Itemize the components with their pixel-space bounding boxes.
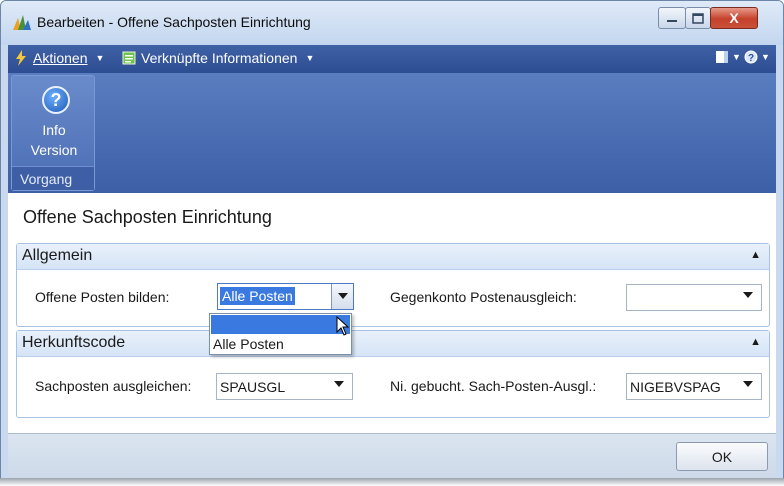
chevron-down-icon: ▼ — [95, 53, 105, 63]
related-info-icon — [122, 51, 136, 65]
help-icon: ? — [744, 50, 758, 64]
ribbon-group-process: ? Info Version Vorgang — [11, 75, 95, 191]
maximize-icon — [692, 12, 704, 24]
apply-gl-value: SPAUSGL — [220, 379, 286, 395]
help-menu[interactable]: ? ▼ — [744, 50, 770, 64]
layout-menu[interactable]: ▼ — [716, 51, 741, 63]
chevron-down-icon: ▼ — [732, 52, 741, 62]
chevron-down-icon — [334, 381, 344, 387]
open-entries-value: Alle Posten — [220, 287, 295, 305]
mouse-cursor-icon — [336, 316, 350, 336]
chevron-down-icon: ▼ — [305, 53, 315, 63]
maximize-button[interactable] — [685, 7, 711, 29]
apply-gl-select[interactable]: SPAUSGL — [216, 373, 353, 400]
info-label: Info — [42, 122, 66, 138]
question-mark-icon: ? — [42, 86, 70, 114]
chevron-down-icon — [743, 292, 753, 298]
close-icon: X — [729, 10, 739, 26]
dropdown-button[interactable] — [331, 284, 353, 309]
open-entries-label: Offene Posten bilden: — [35, 289, 170, 305]
ok-button[interactable]: OK — [676, 442, 768, 471]
minimize-button[interactable] — [658, 7, 686, 29]
related-info-menu-label: Verknüpfte Informationen — [141, 50, 298, 66]
ribbon-group-label: Vorgang — [12, 166, 94, 190]
fasttab-source-code-header[interactable]: Herkunftscode ▲ — [17, 331, 769, 357]
chevron-up-icon[interactable]: ▲ — [750, 336, 761, 348]
window-title: Bearbeiten - Offene Sachposten Einrichtu… — [37, 14, 311, 30]
ribbon: ? Info Version Vorgang — [8, 73, 776, 193]
info-version-button[interactable]: ? Info Version — [12, 76, 96, 166]
chevron-down-icon — [743, 381, 753, 387]
actions-menu[interactable]: Aktionen ▼ — [15, 50, 104, 66]
unposted-select[interactable]: NIGEBVSPAG — [626, 373, 762, 400]
contra-account-label: Gegenkonto Postenausgleich: — [390, 289, 577, 305]
unposted-value: NIGEBVSPAG — [630, 379, 721, 395]
close-button[interactable]: X — [710, 7, 758, 29]
dialog-footer: OK — [8, 433, 776, 478]
fasttab-general-header[interactable]: Allgemein ▲ — [17, 244, 769, 270]
title-bar: Bearbeiten - Offene Sachposten Einrichtu… — [1, 1, 783, 45]
chevron-up-icon[interactable]: ▲ — [750, 249, 761, 261]
unposted-label: Ni. gebucht. Sach-Posten-Ausgl.: — [390, 378, 597, 394]
window: Bearbeiten - Offene Sachposten Einrichtu… — [0, 0, 784, 479]
fasttab-general-title: Allgemein — [22, 247, 93, 264]
fasttab-source-code-title: Herkunftscode — [22, 334, 126, 351]
actions-menu-label: Aktionen — [33, 50, 88, 66]
open-entries-dropdown-list: Alle Posten — [209, 313, 352, 355]
related-info-menu[interactable]: Verknüpfte Informationen ▼ — [122, 50, 314, 66]
action-bar: Aktionen ▼ Verknüpfte Informationen ▼ ▼ … — [8, 45, 776, 73]
version-label: Version — [30, 142, 78, 158]
dropdown-option-empty[interactable] — [211, 315, 350, 334]
chevron-down-icon: ▼ — [761, 52, 770, 62]
apply-gl-label: Sachposten ausgleichen: — [35, 378, 192, 394]
window-shadow — [0, 478, 784, 486]
open-entries-select[interactable]: Alle Posten — [217, 283, 354, 310]
page-title: Offene Sachposten Einrichtung — [23, 207, 272, 227]
minimize-icon — [667, 20, 677, 22]
layout-icon — [716, 51, 728, 63]
lightning-icon — [16, 50, 26, 66]
svg-text:?: ? — [748, 53, 754, 64]
chevron-down-icon — [338, 293, 348, 299]
contra-account-select[interactable] — [626, 284, 762, 311]
dropdown-option-all-entries[interactable]: Alle Posten — [213, 336, 284, 352]
dynamics-logo-icon — [13, 15, 31, 30]
